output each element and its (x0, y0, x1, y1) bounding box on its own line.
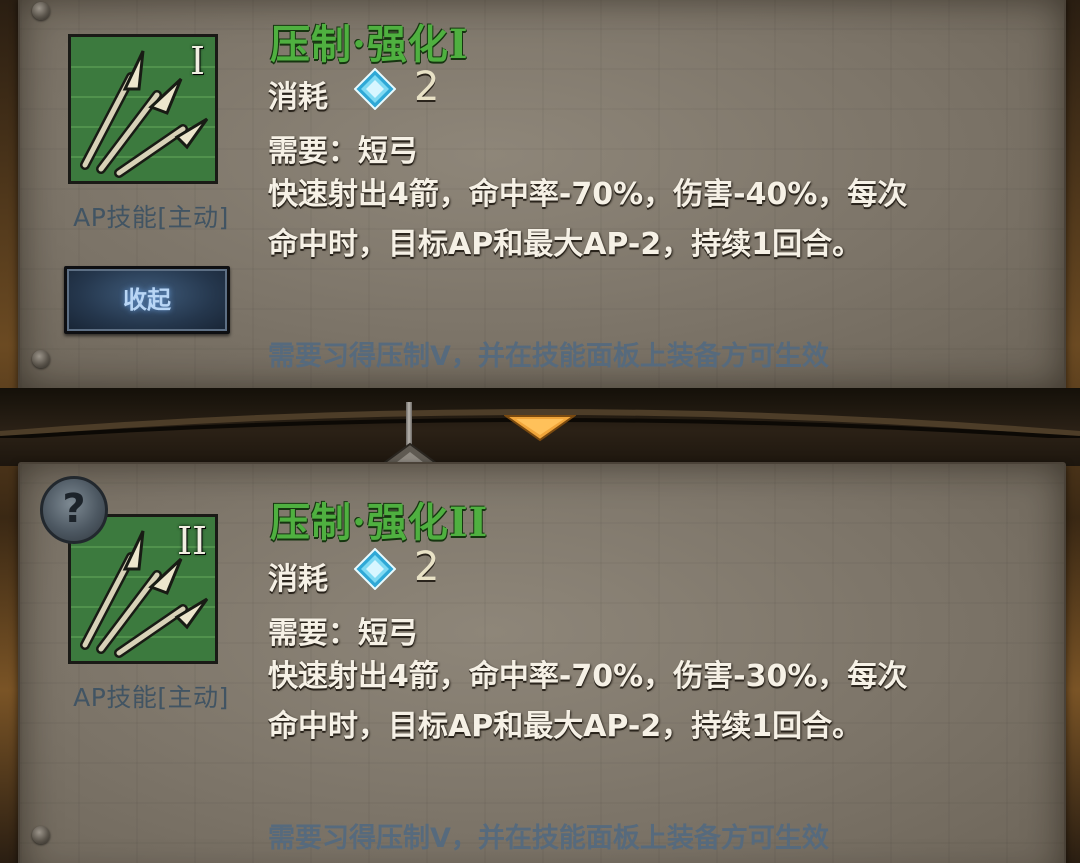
skill-rank: II (176, 519, 207, 563)
rivet-decoration (32, 826, 50, 844)
skill-description: 快速射出4箭，命中率-70%，伤害-30%，每次 命中时，目标AP和最大AP-2… (268, 652, 1008, 752)
skill-card-2: II AP技能[主动] 压制·强化II 消耗 2 需要：短弓 快速射出4箭，命中… (18, 462, 1066, 863)
description-line: 命中时，目标AP和最大AP-2，持续1回合。 (268, 227, 863, 262)
cost-label: 消耗 (268, 80, 328, 115)
description-line: 快速射出4箭，命中率-70%，伤害-30%，每次 (268, 659, 908, 694)
skill-type-label: AP技能[主动] (73, 683, 229, 712)
cost-label: 消耗 (268, 562, 328, 597)
question-icon[interactable]: ? (40, 476, 108, 544)
skill-title: 压制·强化II (270, 499, 489, 546)
description-line: 快速射出4箭，命中率-70%，伤害-40%，每次 (268, 177, 908, 212)
rivet-decoration (32, 350, 50, 368)
crystal-gem-icon (354, 68, 396, 110)
skill-detail-screen: I AP技能[主动] 收起 压制·强化I 消耗 2 需要：短弓 快速射出4箭，命… (0, 0, 1080, 863)
description-line: 命中时，目标AP和最大AP-2，持续1回合。 (268, 709, 863, 744)
skill-description: 快速射出4箭，命中率-70%，伤害-40%，每次 命中时，目标AP和最大AP-2… (268, 170, 1008, 270)
crystal-gem-icon (354, 548, 396, 590)
collapse-button[interactable]: 收起 (64, 266, 230, 334)
unlock-requirement-note: 需要习得压制V，并在技能面板上装备方可生效 (268, 823, 829, 854)
chevron-down-icon[interactable] (504, 414, 576, 442)
unlock-requirement-note: 需要习得压制V，并在技能面板上装备方可生效 (268, 341, 829, 372)
cost-value: 2 (414, 544, 440, 590)
skill-icon: I (68, 34, 218, 184)
skill-rank: I (189, 39, 205, 83)
skill-card-1: I AP技能[主动] 收起 压制·强化I 消耗 2 需要：短弓 快速射出4箭，命… (18, 0, 1066, 392)
skill-title: 压制·强化I (270, 21, 469, 68)
skill-type-label: AP技能[主动] (73, 203, 229, 232)
weapon-requirement: 需要：短弓 (268, 134, 418, 169)
weapon-requirement: 需要：短弓 (268, 616, 418, 651)
rivet-decoration (32, 2, 50, 20)
cost-value: 2 (414, 64, 440, 110)
